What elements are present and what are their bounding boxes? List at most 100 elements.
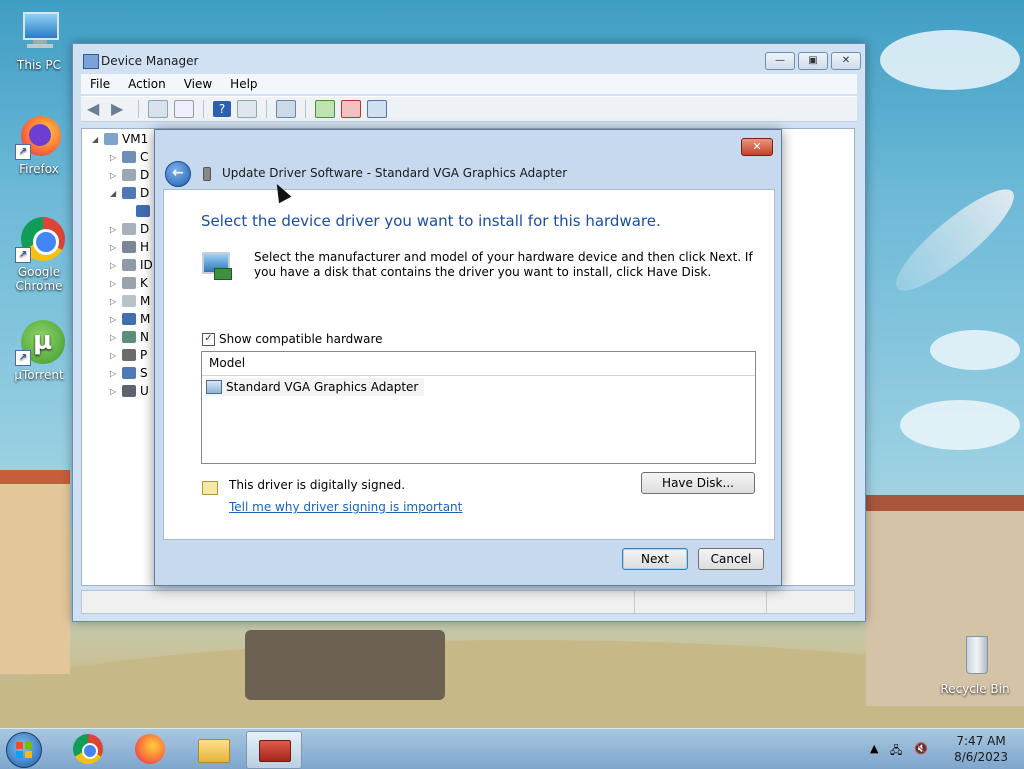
enable-device-icon[interactable] — [367, 100, 387, 118]
cloud — [900, 400, 1020, 450]
feather-decoration — [884, 176, 1024, 304]
desktop-icon-chrome[interactable]: ↗ Google Chrome — [4, 215, 74, 293]
close-button[interactable]: ✕ — [831, 52, 861, 70]
expand-icon[interactable]: ▷ — [110, 387, 118, 396]
tree-item-label: D — [140, 222, 150, 236]
view-icon[interactable] — [237, 100, 257, 118]
instructions-text: Select the manufacturer and model of you… — [254, 250, 753, 279]
tree-item[interactable]: ▷ N — [110, 329, 149, 345]
shortcut-arrow-icon: ↗ — [15, 350, 31, 366]
tree-root-label: VM1 — [122, 132, 149, 146]
model-name: Standard VGA Graphics Adapter — [226, 380, 419, 394]
show-compatible-row[interactable]: ✓ Show compatible hardware — [202, 332, 383, 346]
expand-icon[interactable]: ▷ — [110, 261, 118, 270]
cancel-button[interactable]: Cancel — [698, 548, 764, 570]
tree-item[interactable]: ▷ K — [110, 275, 148, 291]
tree-item[interactable]: ▷ M — [110, 293, 150, 309]
tree-subitem[interactable] — [136, 203, 154, 219]
collapse-icon[interactable]: ◢ — [92, 135, 100, 144]
tree-item[interactable]: ◢ D — [110, 185, 149, 201]
computer-icon — [104, 133, 118, 145]
uninstall-icon[interactable] — [341, 100, 361, 118]
vga-adapter-icon — [136, 205, 150, 217]
properties-icon[interactable] — [148, 100, 168, 118]
start-button[interactable] — [6, 732, 42, 768]
taskbar-device-manager[interactable] — [246, 731, 302, 769]
tree-item-label: U — [140, 384, 149, 398]
tree-item[interactable]: ▷ D — [110, 221, 149, 237]
maximize-button[interactable]: ▣ — [798, 52, 828, 70]
dialog-close-button[interactable]: ✕ — [741, 138, 773, 156]
tree-item[interactable]: ▷ ID — [110, 257, 153, 273]
expand-icon[interactable]: ▷ — [110, 171, 118, 180]
keyboard-icon — [122, 277, 136, 289]
tree-item-label: K — [140, 276, 148, 290]
back-arrow-icon[interactable]: ◀ — [87, 101, 105, 117]
windows-logo-icon — [16, 742, 32, 758]
tree-item[interactable]: ▷ M — [110, 311, 150, 327]
caption-buttons: — ▣ ✕ — [765, 52, 861, 70]
dvd-icon — [122, 223, 136, 235]
chrome-icon: ↗ — [15, 215, 65, 263]
expand-icon[interactable]: ▷ — [110, 279, 118, 288]
expand-icon[interactable]: ▷ — [110, 315, 118, 324]
model-list-item[interactable]: Standard VGA Graphics Adapter — [206, 378, 425, 396]
expand-icon[interactable]: ▷ — [110, 351, 118, 360]
desktop-icon-utorrent[interactable]: µ ↗ µTorrent — [4, 318, 74, 382]
taskbar: ▲ 🖧 🔇 7:47 AM 8/6/2023 — [0, 728, 1024, 769]
cloud — [880, 30, 1020, 90]
expand-icon[interactable]: ▷ — [110, 243, 118, 252]
menu-help[interactable]: Help — [230, 77, 257, 91]
menu-action[interactable]: Action — [128, 77, 166, 91]
network-icon[interactable]: 🖧 — [890, 742, 902, 761]
minimize-button[interactable]: — — [765, 52, 795, 70]
signed-status-text: This driver is digitally signed. — [229, 478, 406, 492]
toolbar-separator — [203, 100, 204, 118]
model-column-header[interactable]: Model — [202, 352, 755, 376]
tree-item[interactable]: ▷ S — [110, 365, 148, 381]
show-hidden-icons-icon[interactable]: ▲ — [870, 742, 878, 755]
update-driver-icon[interactable] — [315, 100, 335, 118]
desktop-icon-label: Firefox — [19, 162, 59, 176]
taskbar-file-explorer[interactable] — [186, 731, 240, 767]
tree-item[interactable]: ▷ H — [110, 239, 149, 255]
have-disk-button[interactable]: Have Disk... — [641, 472, 755, 494]
model-list[interactable]: Model Standard VGA Graphics Adapter — [201, 351, 756, 464]
clock[interactable]: 7:47 AM 8/6/2023 — [954, 733, 1008, 765]
fountain — [245, 630, 445, 700]
status-divider — [766, 591, 767, 613]
tree-item[interactable]: ▷ P — [110, 347, 147, 363]
scan-hardware-icon[interactable] — [276, 100, 296, 118]
firefox-icon — [135, 734, 165, 764]
collapse-icon[interactable]: ◢ — [110, 189, 118, 198]
driver-signing-link[interactable]: Tell me why driver signing is important — [229, 500, 462, 514]
show-compatible-checkbox[interactable]: ✓ — [202, 332, 215, 346]
taskbar-firefox[interactable] — [124, 731, 178, 767]
tree-root[interactable]: ◢ VM1 — [92, 131, 148, 147]
tree-item[interactable]: ▷ D — [110, 167, 149, 183]
toolbar-separator — [266, 100, 267, 118]
menu-file[interactable]: File — [90, 77, 110, 91]
desktop-icon-recycle-bin[interactable]: Recycle Bin — [940, 632, 1010, 696]
toolbar-separator — [138, 100, 139, 118]
desktop-icon-this-pc[interactable]: This PC — [4, 8, 74, 72]
forward-arrow-icon[interactable]: ▶ — [111, 101, 129, 117]
expand-icon[interactable]: ▷ — [110, 153, 118, 162]
menu-view[interactable]: View — [184, 77, 212, 91]
shortcut-arrow-icon: ↗ — [15, 144, 31, 160]
back-button[interactable]: ← — [165, 161, 191, 187]
expand-icon[interactable]: ▷ — [110, 225, 118, 234]
show-compatible-label: Show compatible hardware — [219, 332, 383, 346]
menu-bar: File Action View Help — [81, 74, 857, 94]
desktop-icon-firefox[interactable]: ↗ Firefox — [4, 112, 74, 176]
help-icon[interactable]: ? — [213, 101, 231, 117]
volume-muted-icon[interactable]: 🔇 — [914, 742, 928, 755]
tree-item[interactable]: ▷ C — [110, 149, 148, 165]
expand-icon[interactable]: ▷ — [110, 297, 118, 306]
tree-item[interactable]: ▷ U — [110, 383, 149, 399]
document-icon[interactable] — [174, 100, 194, 118]
expand-icon[interactable]: ▷ — [110, 369, 118, 378]
next-button[interactable]: Next — [622, 548, 688, 570]
expand-icon[interactable]: ▷ — [110, 333, 118, 342]
taskbar-chrome[interactable] — [62, 731, 116, 767]
